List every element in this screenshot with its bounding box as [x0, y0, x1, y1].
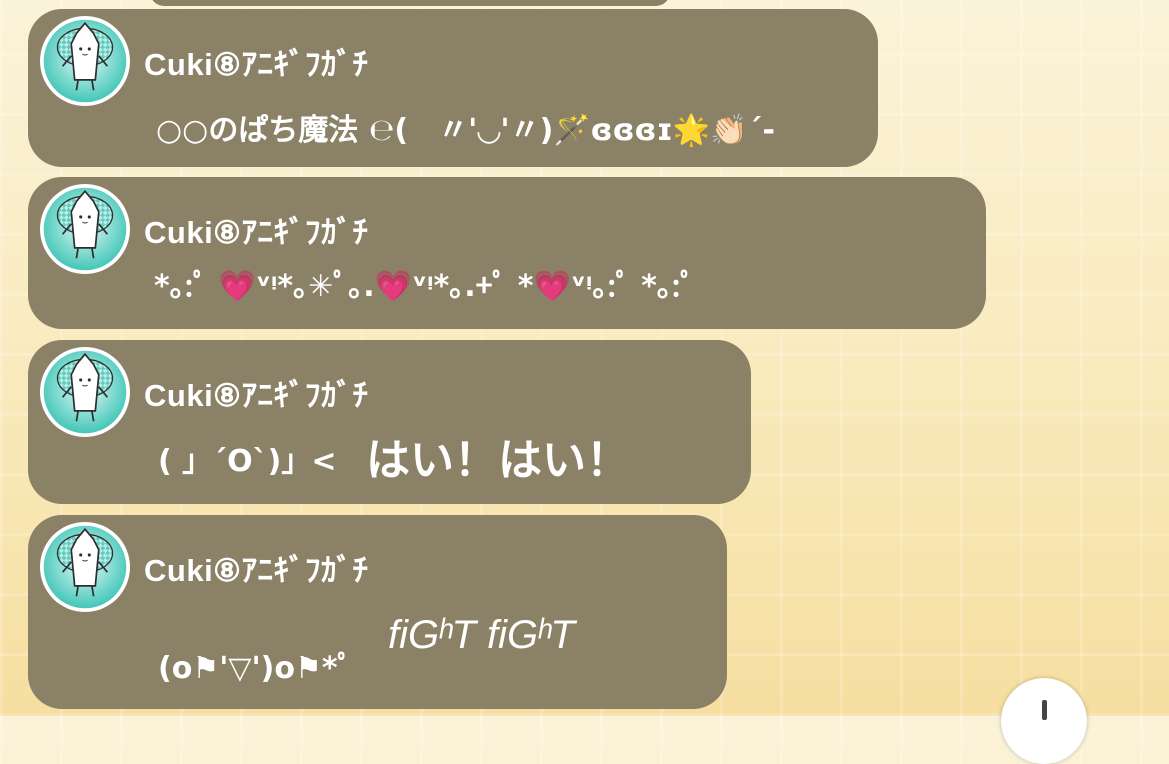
scroll-to-bottom-button[interactable]	[1001, 678, 1087, 764]
sender-name: Cuki⑧ｱﾆｷﾞﾌｶﾞﾁ	[144, 47, 369, 82]
message-text-emphasis: はい！はい！	[366, 435, 630, 486]
avatar[interactable]	[40, 347, 130, 437]
previous-message-bubble-edge	[150, 0, 670, 6]
avatar[interactable]	[40, 16, 130, 106]
message-text-emphasis: fiGʰT fiGʰT	[388, 613, 575, 657]
sender-name: Cuki⑧ｱﾆｷﾞﾌｶﾞﾁ	[144, 378, 369, 413]
message-bubble[interactable]: Cuki⑧ｱﾆｷﾞﾌｶﾞﾁ *｡:ﾟ 💗ᵛᵎ*｡✳︎ﾟ｡.💗ᵛᵎ*｡.+ﾟ *💗…	[28, 177, 986, 329]
message-bubble[interactable]: Cuki⑧ｱﾆｷﾞﾌｶﾞﾁ (o⚑'▽')o⚑*ﾟ fiGʰT fiGʰT	[28, 515, 727, 709]
mascot-avatar-icon	[42, 18, 128, 104]
mascot-avatar-icon	[42, 524, 128, 610]
message-bubble[interactable]: Cuki⑧ｱﾆｷﾞﾌｶﾞﾁ ( 」´O`)」< はい！はい！	[28, 340, 751, 504]
avatar[interactable]	[40, 522, 130, 612]
mascot-avatar-icon	[42, 186, 128, 272]
sender-name: Cuki⑧ｱﾆｷﾞﾌｶﾞﾁ	[144, 553, 369, 588]
message-text: *｡:ﾟ 💗ᵛᵎ*｡✳︎ﾟ｡.💗ᵛᵎ*｡.+ﾟ *💗ᵛᵎ｡:ﾟ *｡:ﾟ	[154, 269, 696, 304]
message-text: ○○のぱち魔法 ℮( 〃'◡'〃)🪄ɞɞɞɪ🌟👏🏻´-	[156, 113, 775, 148]
avatar[interactable]	[40, 184, 130, 274]
scroll-down-icon	[1042, 700, 1047, 720]
message-bubble[interactable]: Cuki⑧ｱﾆｷﾞﾌｶﾞﾁ ○○のぱち魔法 ℮( 〃'◡'〃)🪄ɞɞɞɪ🌟👏🏻´…	[28, 9, 878, 167]
sender-name: Cuki⑧ｱﾆｷﾞﾌｶﾞﾁ	[144, 215, 369, 250]
message-text-emoticon: ( 」´O`)」<	[158, 444, 337, 479]
mascot-avatar-icon	[42, 349, 128, 435]
message-text-emoticon: (o⚑'▽')o⚑*ﾟ	[158, 651, 353, 686]
